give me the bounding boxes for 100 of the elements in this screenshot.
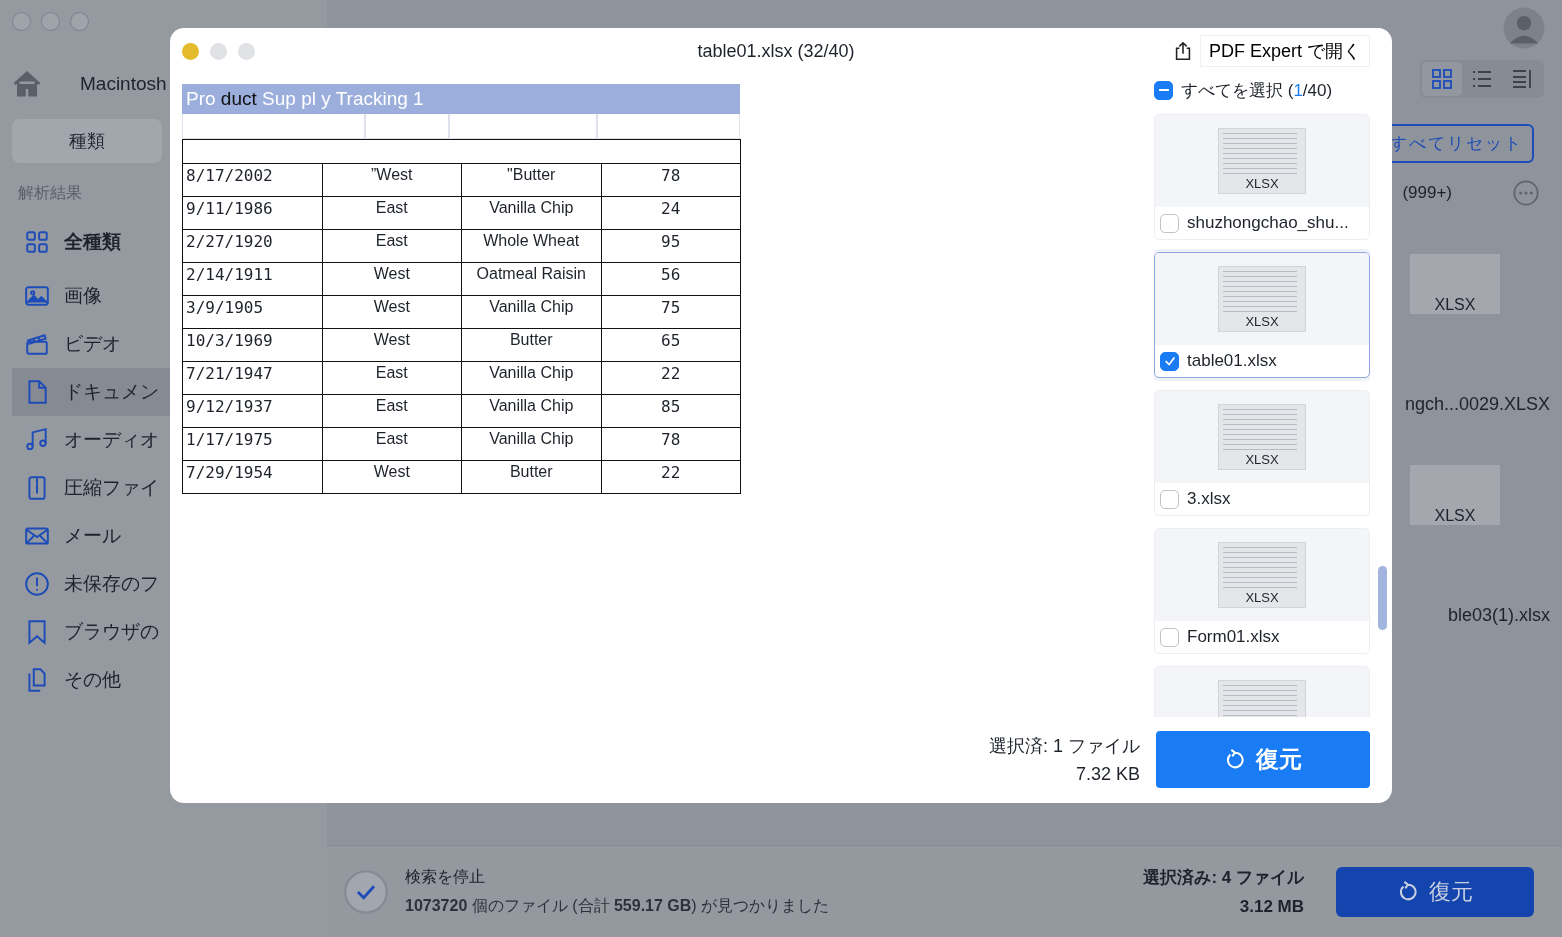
image-icon [24, 283, 50, 309]
grid-icon [24, 229, 50, 255]
table-cell: 95 [601, 229, 741, 263]
table-cell: Oatmeal Raisin [461, 262, 601, 296]
sidebar-item[interactable]: メール [12, 512, 327, 560]
table-cell: 78 [601, 163, 741, 197]
file-card[interactable]: XLSX ngch...0029.XLSX [1404, 254, 1550, 415]
file-count: (999+) [1402, 183, 1452, 203]
file-card[interactable]: XLSX ble03(1).xlsx [1404, 465, 1550, 626]
minimize-window-button[interactable] [210, 42, 227, 60]
restore-button[interactable]: 復元 [1336, 866, 1534, 917]
zoom-window-button[interactable] [70, 12, 89, 31]
open-with-button[interactable]: PDF Expert で開く [1199, 35, 1370, 67]
close-window-button[interactable] [12, 12, 31, 31]
spreadsheet-thumbnail: XLSX [1218, 266, 1306, 332]
section-heading: 解析結果 [18, 183, 83, 203]
home-icon[interactable] [12, 69, 42, 99]
table-cell: Butter [461, 460, 601, 494]
more-icon[interactable] [1512, 179, 1540, 207]
selection-count: 選択済: 1 ファイル [989, 735, 1140, 758]
restore-button[interactable]: 復元 [1156, 731, 1370, 788]
spreadsheet-thumbnail: XLSX [1218, 128, 1306, 194]
checkbox[interactable] [1160, 213, 1179, 233]
file-card[interactable]: XLSX table01.xlsx [1154, 252, 1370, 378]
grid-icon [1430, 67, 1454, 91]
table-cell: Vanilla Chip [461, 427, 601, 461]
spreadsheet-thumbnail: XLSX [1218, 542, 1306, 608]
table-cell: 9/11/1986 [182, 196, 322, 230]
table-cell: West [322, 262, 462, 296]
sidebar-item[interactable]: 未保存のフ [12, 560, 327, 608]
columns-icon [1510, 67, 1534, 91]
audio-icon [24, 427, 50, 453]
table-cell: East [322, 196, 462, 230]
grid-view-button[interactable] [1422, 62, 1462, 96]
location-label: Macintosh [80, 73, 167, 95]
table-cell: West [322, 460, 462, 494]
selection-size: 3.12 MB [1239, 897, 1304, 917]
checkbox[interactable] [1160, 351, 1179, 371]
spreadsheet-thumbnail: XLSX [1410, 465, 1500, 525]
file-name: shuzhongchao_shu... [1187, 213, 1349, 233]
select-all-checkbox[interactable]: すべてを選択 (1/40) [1154, 70, 1370, 110]
table-cell: 7/21/1947 [182, 361, 322, 395]
dialog-title: table01.xlsx (32/40) [697, 40, 855, 62]
search-summary: 1073720 個のファイル (合計 559.17 GB) が見つかりました [405, 895, 831, 916]
sidebar-item[interactable]: その他 [12, 656, 327, 704]
table-cell: 24 [601, 196, 741, 230]
alert-icon [24, 571, 50, 597]
table-cell: East [322, 229, 462, 263]
check-icon [343, 868, 389, 915]
checkmark-icon [1162, 354, 1177, 368]
table-cell: 7/29/1954 [182, 460, 322, 494]
table-cell: ”West [322, 163, 462, 197]
restore-icon [1224, 748, 1246, 771]
sidebar-item[interactable]: ブラウザの [12, 608, 327, 656]
table-cell: Whole Wheat [461, 229, 601, 263]
table-cell: East [322, 427, 462, 461]
table-cell: West [322, 328, 462, 362]
table-cell: 2/14/1911 [182, 262, 322, 296]
minimize-window-button[interactable] [41, 12, 60, 31]
selection-size: 7.32 KB [1075, 764, 1140, 785]
checkbox[interactable] [1160, 489, 1179, 509]
search-status-title: 検索を停止 [405, 866, 486, 887]
table-cell: Vanilla Chip [461, 196, 601, 230]
file-card[interactable]: XLSX 3.xlsx [1154, 390, 1370, 516]
table-cell: 9/12/1937 [182, 394, 322, 428]
spreadsheet-thumbnail: XLSX [1218, 404, 1306, 470]
file-name: 3.xlsx [1187, 489, 1231, 509]
table-cell: East [322, 361, 462, 395]
table-cell: Butter [461, 328, 601, 362]
table-cell: 75 [601, 295, 741, 329]
file-name: Form01.xlsx [1187, 627, 1280, 647]
file-card[interactable]: XLSX shuzhongchao_shu... [1154, 114, 1370, 240]
table-cell: Vanilla Chip [461, 394, 601, 428]
checkbox[interactable] [1160, 627, 1179, 647]
restore-icon [1397, 880, 1419, 903]
table-cell: 22 [601, 361, 741, 395]
sheet-title: Pro duct Sup pl y Tracking 1 [182, 84, 740, 114]
table-cell: 22 [601, 460, 741, 494]
category-tab[interactable]: 種類 [12, 119, 162, 163]
table-cell: 1/17/1975 [182, 427, 322, 461]
table-cell: 56 [601, 262, 741, 296]
table-cell: 3/9/1905 [182, 295, 322, 329]
table-cell: West [322, 295, 462, 329]
spreadsheet-thumbnail: XLSX [1410, 254, 1500, 314]
table-cell: 78 [601, 427, 741, 461]
table-cell: Vanilla Chip [461, 295, 601, 329]
table-cell: Vanilla Chip [461, 361, 601, 395]
file-name: table01.xlsx [1187, 351, 1277, 371]
table-cell: 65 [601, 328, 741, 362]
selection-count: 選択済み: 4 ファイル [1143, 867, 1304, 889]
table-cell: "Butter [461, 163, 601, 197]
file-card[interactable]: XLSX Form01.xlsx [1154, 528, 1370, 654]
scrollbar-thumb[interactable] [1378, 566, 1387, 630]
table-cell: East [322, 394, 462, 428]
video-icon [24, 331, 50, 357]
table-cell: 8/17/2002 [182, 163, 322, 197]
close-window-button[interactable] [182, 42, 199, 60]
zoom-window-button[interactable] [238, 42, 255, 60]
table-cell: 85 [601, 394, 741, 428]
table-cell: 2/27/1920 [182, 229, 322, 263]
